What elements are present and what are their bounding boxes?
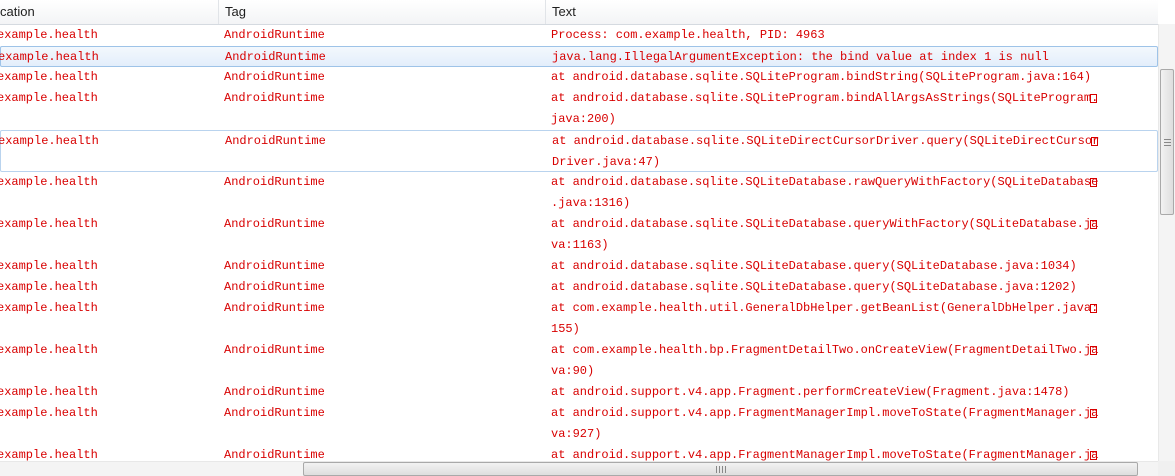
grip-icon (1164, 139, 1171, 148)
log-row-application: example.health (0, 91, 98, 105)
log-row-tag: AndroidRuntime (224, 91, 325, 105)
log-row[interactable]: example.health AndroidRuntime at com.examp… (0, 340, 1158, 382)
log-row-text-line: at android.database.sqlite.SQLiteDirectC… (552, 134, 1100, 148)
log-row-application: example.health (0, 50, 99, 64)
log-row-tag: AndroidRuntime (224, 28, 325, 42)
vertical-scrollbar[interactable] (1158, 24, 1175, 461)
log-row-text-line: java.lang.IllegalArgumentException: the … (552, 50, 1049, 64)
log-row[interactable]: example.health AndroidRuntime at android.d… (0, 130, 1158, 172)
log-row-tag: AndroidRuntime (224, 175, 325, 189)
log-table: example.health AndroidRuntime Process: com… (0, 25, 1158, 461)
log-row-text-line: at com.example.health.util.GeneralDbHelp… (551, 301, 1099, 315)
line-wrap-icon (1090, 346, 1097, 355)
log-row[interactable]: example.health AndroidRuntime at android.s… (0, 382, 1158, 403)
log-row-text: at android.database.sqlite.SQLiteDatabas… (551, 172, 1098, 214)
log-row[interactable]: example.health AndroidRuntime at android.s… (0, 445, 1158, 461)
log-row[interactable]: example.health AndroidRuntime at android.d… (0, 172, 1158, 214)
log-row-text: at android.database.sqlite.SQLiteDatabas… (551, 277, 1077, 298)
log-row[interactable]: example.health AndroidRuntime Process: com… (0, 25, 1158, 46)
log-row-text-line: va:927) (551, 427, 602, 441)
log-row-text: at android.database.sqlite.SQLiteDatabas… (551, 256, 1077, 277)
log-row-text: Process: com.example.health, PID: 4963 (551, 25, 825, 46)
log-row-text-line: at android.support.v4.app.Fragment.perfo… (551, 385, 1070, 399)
log-row[interactable]: example.health AndroidRuntime at android.d… (0, 88, 1158, 130)
log-row-tag: AndroidRuntime (224, 385, 325, 399)
log-row-application: example.health (0, 406, 98, 420)
log-row-application: example.health (0, 70, 98, 84)
log-row-text-line: at com.example.health.bp.FragmentDetailT… (551, 343, 1099, 357)
log-row-text-line: at android.support.v4.app.FragmentManage… (551, 406, 1099, 420)
line-wrap-icon (1090, 409, 1097, 418)
log-row[interactable]: example.health AndroidRuntime at com.examp… (0, 298, 1158, 340)
log-row-tag: AndroidRuntime (224, 301, 325, 315)
log-row-application: example.health (0, 175, 98, 189)
log-row-application: example.health (0, 28, 98, 42)
log-row-tag: AndroidRuntime (224, 280, 325, 294)
log-row-application: example.health (0, 448, 98, 461)
column-header-application[interactable]: cation (0, 0, 218, 24)
log-row-text-line: 155) (551, 322, 580, 336)
log-row-text-line: at android.database.sqlite.SQLiteProgram… (551, 91, 1099, 105)
column-header: cation Tag Text (0, 0, 1158, 25)
log-row-text-line: at android.database.sqlite.SQLiteDatabas… (551, 259, 1077, 273)
log-row-text: at android.database.sqlite.SQLiteDatabas… (551, 214, 1098, 256)
log-row-text: at android.support.v4.app.Fragment.perfo… (551, 382, 1069, 403)
log-row-tag: AndroidRuntime (224, 217, 325, 231)
grip-icon (716, 466, 726, 473)
log-row-text: at com.example.health.bp.FragmentDetailT… (551, 340, 1098, 382)
log-row-tag: AndroidRuntime (224, 448, 325, 461)
log-row-tag: AndroidRuntime (224, 70, 325, 84)
log-row[interactable]: example.health AndroidRuntime at android.d… (0, 214, 1158, 256)
line-wrap-icon (1091, 137, 1098, 146)
log-row-text: at android.support.v4.app.FragmentManage… (551, 403, 1098, 445)
log-row-text: at android.support.v4.app.FragmentManage… (551, 445, 1098, 461)
log-row-text-line: va:90) (551, 364, 595, 378)
log-row-text: java.lang.IllegalArgumentException: the … (552, 47, 1049, 68)
log-row-application: example.health (0, 134, 99, 148)
log-row-text-line: at android.database.sqlite.SQLiteDatabas… (551, 217, 1099, 231)
line-wrap-icon (1090, 94, 1097, 103)
horizontal-scrollbar[interactable] (0, 461, 1158, 476)
scrollbar-corner (1158, 461, 1175, 476)
log-row-application: example.health (0, 343, 98, 357)
log-row-tag: AndroidRuntime (225, 50, 326, 64)
log-row-text: at android.database.sqlite.SQLiteProgram… (551, 67, 1091, 88)
log-row[interactable]: example.health AndroidRuntime at android.d… (0, 256, 1158, 277)
log-row[interactable]: example.health AndroidRuntime at android.s… (0, 403, 1158, 445)
line-wrap-icon (1090, 220, 1097, 229)
log-row-text: at android.database.sqlite.SQLiteDirectC… (552, 131, 1099, 173)
log-row-tag: AndroidRuntime (225, 134, 326, 148)
log-row-text: at com.example.health.util.GeneralDbHelp… (551, 298, 1098, 340)
horizontal-scrollbar-thumb[interactable] (303, 462, 1138, 476)
line-wrap-icon (1090, 451, 1097, 460)
log-row-application: example.health (0, 259, 98, 273)
log-row-tag: AndroidRuntime (224, 259, 325, 273)
column-header-text[interactable]: Text (545, 0, 1158, 24)
log-row-text-line: va:1163) (551, 238, 609, 252)
log-row-tag: AndroidRuntime (224, 406, 325, 420)
log-row-text-line: .java:1316) (551, 196, 631, 210)
log-row-text-line: at android.database.sqlite.SQLiteDatabas… (551, 175, 1099, 189)
log-row-text-line: Driver.java:47) (552, 155, 661, 169)
log-row-application: example.health (0, 385, 98, 399)
line-wrap-icon (1090, 304, 1097, 313)
log-row-text-line: at android.database.sqlite.SQLiteProgram… (551, 70, 1092, 84)
log-row-text-line: Process: com.example.health, PID: 4963 (551, 28, 825, 42)
log-row-text: at android.database.sqlite.SQLiteProgram… (551, 88, 1098, 130)
log-row[interactable]: example.health AndroidRuntime java.lang.Il… (0, 46, 1158, 67)
log-row-tag: AndroidRuntime (224, 343, 325, 357)
log-row-text-line: java:200) (551, 112, 616, 126)
log-row-text-line: at android.support.v4.app.FragmentManage… (551, 448, 1099, 461)
log-row[interactable]: example.health AndroidRuntime at android.d… (0, 67, 1158, 88)
vertical-scrollbar-thumb[interactable] (1160, 69, 1174, 215)
log-row-application: example.health (0, 301, 98, 315)
log-row-application: example.health (0, 217, 98, 231)
line-wrap-icon (1090, 178, 1097, 187)
log-row-application: example.health (0, 280, 98, 294)
log-row-text-line: at android.database.sqlite.SQLiteDatabas… (551, 280, 1077, 294)
log-row[interactable]: example.health AndroidRuntime at android.d… (0, 277, 1158, 298)
column-header-tag[interactable]: Tag (218, 0, 545, 24)
